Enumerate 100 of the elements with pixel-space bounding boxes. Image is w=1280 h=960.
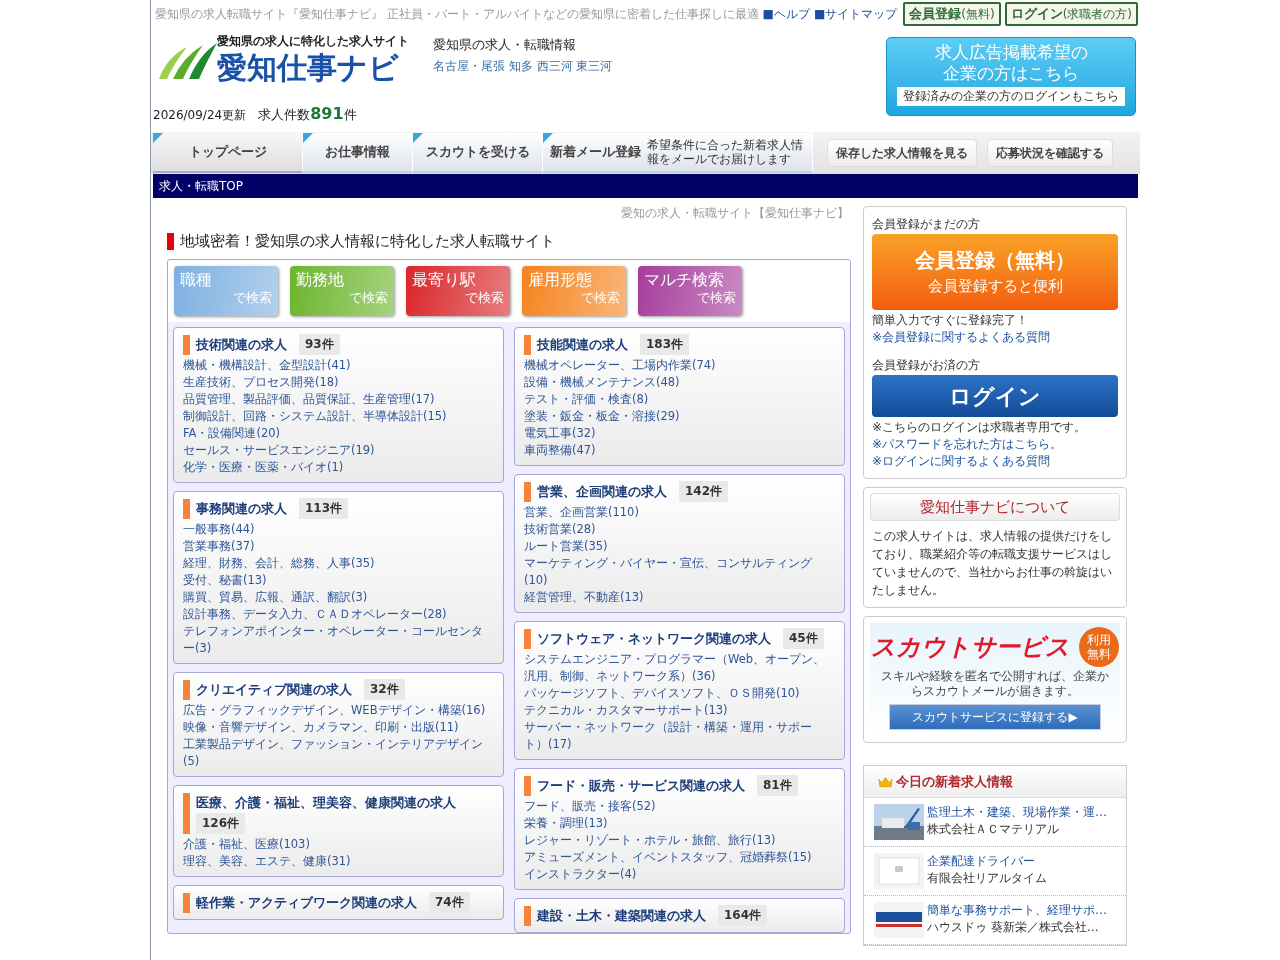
category-link[interactable]: システムエンジニア・プログラマー（Web、オープン、汎用、制御、ネットワーク系）(36) — [524, 650, 835, 685]
category-link[interactable]: 制御設計、回路・システム設計、半導体設計(15) — [183, 407, 494, 425]
category-link[interactable]: 機械オペレーター、工場内作業(74) — [524, 356, 835, 374]
search-button[interactable]: マルチ検索 で検索 — [638, 265, 742, 316]
category-link[interactable]: 設備・機械メンテナンス(48) — [524, 373, 835, 391]
category-link[interactable]: 生産技術、プロセス開発(18) — [183, 373, 494, 391]
heading-marker — [524, 334, 531, 355]
scout-register-button[interactable]: スカウトサービスに登録する▶ — [889, 704, 1101, 730]
section-heading: 地域密着！愛知県の求人情報に特化した求人転職サイト — [180, 231, 555, 252]
category-title-link[interactable]: 技術関連の求人 — [196, 333, 287, 355]
scout-text: スキルや経験を匿名で公開すれば、企業からスカウトメールが届きます。 — [880, 669, 1110, 699]
faq-link[interactable]: ※会員登録に関するよくある質問 — [872, 329, 1118, 346]
category-link[interactable]: テスト・評価・検査(8) — [524, 390, 835, 408]
count-badge: 74件 — [429, 891, 470, 913]
company-name: ハウスドゥ 葵新栄／株式会社… — [927, 919, 1100, 936]
category-link[interactable]: マーケティング・バイヤー・宣伝、コンサルティング(10) — [524, 554, 835, 589]
nav-tab[interactable]: スカウトを受ける — [413, 133, 543, 173]
corner-mark-icon — [543, 133, 553, 143]
count-badge: 142件 — [679, 480, 729, 502]
count-badge: 81件 — [757, 774, 798, 796]
free-badge: 利用無料 — [1079, 627, 1119, 667]
job-title-link[interactable]: 監理土木・建築、現場作業・運… — [927, 804, 1107, 821]
about-title: 愛知仕事ナビについて — [870, 493, 1120, 521]
heading-marker — [167, 232, 174, 250]
category-link[interactable]: 理容、美容、エステ、健康(31) — [183, 852, 494, 870]
category-link[interactable]: 電気工事(32) — [524, 424, 835, 442]
search-button[interactable]: 最寄り駅 で検索 — [406, 265, 510, 316]
category-link[interactable]: 購買、貿易、広報、通訳、翻訳(3) — [183, 588, 494, 606]
category-link[interactable]: パッケージソフト、デバイスソフト、ＯＳ開発(10) — [524, 684, 835, 702]
category-link[interactable]: 技術営業(28) — [524, 520, 835, 538]
corner-mark-icon — [413, 133, 423, 143]
category-link[interactable]: サーバー・ネットワーク（設計・構築・運用・サポート）(17) — [524, 718, 835, 753]
category-link[interactable]: 経理、財務、会計、総務、人事(35) — [183, 554, 494, 572]
category-link[interactable]: レジャー・リゾート・ホテル・旅館、旅行(13) — [524, 831, 835, 849]
category-link[interactable]: 設計事務、データ入力、ＣＡＤオペレーター(28) — [183, 605, 494, 623]
header-link[interactable]: ■ヘルプ — [762, 5, 810, 23]
category-link[interactable]: セールス・サービスエンジニア(19) — [183, 441, 494, 459]
nav-tab[interactable]: トップページ — [153, 133, 303, 173]
heading-marker — [183, 679, 190, 700]
category-link[interactable]: 車両整備(47) — [524, 441, 835, 459]
region-list: 名古屋・尾張 知多 西三河 東三河 — [433, 56, 613, 75]
login-note: ※こちらのログインは求職者専用です。 — [872, 419, 1088, 436]
category-link[interactable]: 介護・福祉、医療(103) — [183, 835, 494, 853]
login-button[interactable]: ログイン — [872, 375, 1118, 417]
category-link[interactable]: テクニカル・カスタマーサポート(13) — [524, 701, 835, 719]
category-title-link[interactable]: 医療、介護・福祉、理美容、健康関連の求人 — [196, 791, 456, 813]
category-link[interactable]: FA・設備関連(20) — [183, 424, 494, 442]
category-link[interactable]: 広告・グラフィックデザイン、WEBデザイン・構築(16) — [183, 701, 494, 719]
category-link[interactable]: 営業事務(37) — [183, 537, 494, 555]
category-link[interactable]: 機械・機構設計、金型設計(41) — [183, 356, 494, 374]
category-link[interactable]: 品質管理、製品評価、品質保証、生産管理(17) — [183, 390, 494, 408]
header-link[interactable]: ■サイトマップ — [813, 5, 898, 23]
nav-button[interactable]: 保存した求人情報を見る — [827, 139, 977, 167]
category-link[interactable]: 映像・音響デザイン、カメラマン、印刷・出版(11) — [183, 718, 494, 736]
corner-mark-icon — [153, 133, 163, 143]
category-link[interactable]: 経営管理、不動産(13) — [524, 588, 835, 606]
category-link[interactable]: 工業製品デザイン、ファッション・インテリアデザイン(5) — [183, 735, 494, 770]
category-link[interactable]: 営業、企画営業(110) — [524, 503, 835, 521]
category-link[interactable]: アミューズメント、イベントスタッフ、冠婚葬祭(15) — [524, 848, 835, 866]
panel-label: 会員登録がお済の方 — [872, 357, 981, 374]
header-button[interactable]: 会員登録(無料) — [903, 2, 1001, 26]
nav-button[interactable]: 応募状況を確認する — [987, 139, 1113, 167]
count-badge: 45件 — [783, 627, 824, 649]
corner-mark-icon — [303, 133, 313, 143]
heading-marker — [524, 775, 531, 796]
about-text: この求人サイトは、求人情報の提供だけをしており、職業紹介等の転職支援サービスはしていませんので、当社からお仕事の斡旋はいたしません。 — [871, 528, 1113, 599]
count-badge: 113件 — [299, 497, 349, 519]
category-title-link[interactable]: 事務関連の求人 — [196, 497, 287, 519]
category-link[interactable]: インストラクター(4) — [524, 865, 835, 883]
job-count: 求人件数891件 — [258, 103, 357, 125]
panel-label: 会員登録がまだの方 — [872, 216, 981, 233]
category-link[interactable]: 化学・医療・医薬・バイオ(1) — [183, 458, 494, 476]
job-title-link[interactable]: 簡単な事務サポート、経理サポ… — [927, 902, 1107, 919]
category-link[interactable]: 塗装・鈑金・板金・溶接(29) — [524, 407, 835, 425]
new-jobs-title: 今日の新着求人情報 — [896, 772, 1013, 791]
category-title-link[interactable]: クリエイティブ関連の求人 — [196, 678, 352, 700]
site-tagline: 愛知県の求人転職サイト『愛知仕事ナビ』 正社員・パート・アルバイトなどの愛知県に密着した仕事探しに最適 — [155, 6, 759, 23]
logo-tagline: 愛知県の求人に特化した求人サイト — [217, 34, 409, 48]
nav-tab[interactable]: お仕事情報 — [303, 133, 413, 173]
category-link[interactable]: フード、販売・接客(52) — [524, 797, 835, 815]
employer-banner[interactable]: 求人広告掲載希望の 企業の方はこちら 登録済みの企業の方のログインもこちら — [886, 37, 1136, 116]
category-title-link[interactable]: 営業、企画関連の求人 — [537, 480, 667, 502]
login-help-link[interactable]: ※ログインに関するよくある質問 — [872, 453, 1118, 470]
category-title-link[interactable]: 軽作業・アクティブワーク関連の求人 — [196, 891, 417, 913]
login-help-link[interactable]: ※パスワードを忘れた方はこちら。 — [872, 436, 1118, 453]
category-title-link[interactable]: ソフトウェア・ネットワーク関連の求人 — [537, 627, 771, 649]
heading-marker — [183, 498, 190, 519]
count-badge: 32件 — [364, 678, 405, 700]
job-title-link[interactable]: 企業配達ドライバー — [927, 853, 1047, 870]
category-link[interactable]: テレフォンアポインター・オペレーター・コールセンター(3) — [183, 622, 494, 657]
category-link[interactable]: 栄養・調理(13) — [524, 814, 835, 832]
category-title-link[interactable]: 技能関連の求人 — [537, 333, 628, 355]
heading-marker — [183, 892, 190, 913]
category-link[interactable]: ルート営業(35) — [524, 537, 835, 555]
category-link[interactable]: 一般事務(44) — [183, 520, 494, 538]
category-title-link[interactable]: 建設・土木・建築関連の求人 — [537, 904, 706, 926]
category-link[interactable]: 受付、秘書(13) — [183, 571, 494, 589]
update-date: 2026/09/24更新 — [153, 107, 247, 124]
category-title-link[interactable]: フード・販売・サービス関連の求人 — [537, 774, 745, 796]
header-button[interactable]: ログイン(求職者の方) — [1004, 2, 1138, 26]
